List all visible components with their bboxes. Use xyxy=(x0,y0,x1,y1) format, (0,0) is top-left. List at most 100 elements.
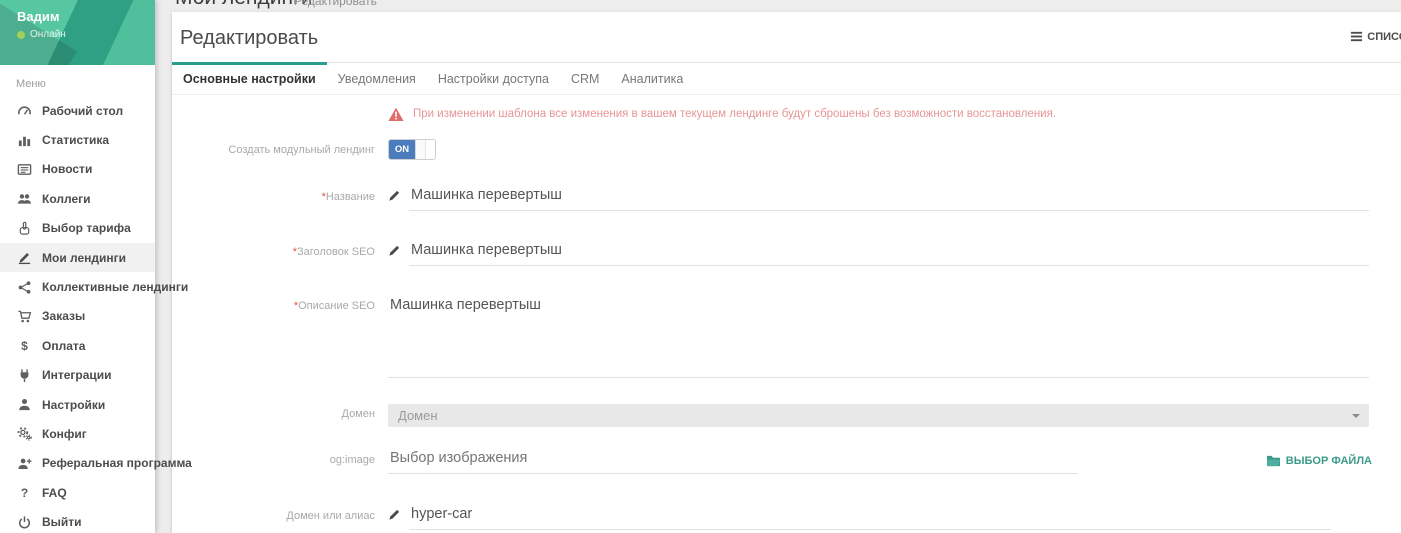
field-name: *Название xyxy=(172,187,1401,211)
seo-title-input[interactable] xyxy=(409,242,1369,266)
list-button-label: СПИСОК xyxy=(1367,31,1401,43)
sidebar-item-logout[interactable]: Выйти xyxy=(0,507,155,533)
sidebar-item-label: Мои лендинги xyxy=(42,251,126,265)
power-icon xyxy=(16,515,33,530)
warning-text: При изменении шаблона все изменения в ва… xyxy=(413,108,1056,120)
field-label: Домен xyxy=(172,404,375,420)
sidebar-item-label: Выйти xyxy=(42,515,82,529)
chevron-down-icon xyxy=(1352,414,1360,418)
list-icon xyxy=(1350,30,1363,43)
sidebar-item-label: FAQ xyxy=(42,486,67,500)
tab-content: При изменении шаблона все изменения в ва… xyxy=(172,102,1401,530)
sidebar-item-config[interactable]: Конфиг xyxy=(0,419,155,448)
my-landings-icon xyxy=(16,250,33,265)
tab-crm[interactable]: CRM xyxy=(560,63,610,94)
sidebar-item-label: Коллеги xyxy=(42,192,91,206)
tab-bar: Основные настройки Уведомления Настройки… xyxy=(172,62,1401,95)
toggle-knob xyxy=(415,140,426,159)
card-header: Редактировать СПИСОК xyxy=(172,12,1401,62)
plug-icon xyxy=(16,368,33,383)
field-seo-title: *Заголовок SEO xyxy=(172,242,1401,266)
tab-main-settings[interactable]: Основные настройки xyxy=(172,62,327,94)
sidebar-item-collective-landings[interactable]: Коллективные лендинги xyxy=(0,272,155,301)
toggle-on-label: ON xyxy=(389,140,415,159)
field-label: Домен или алиас xyxy=(172,506,375,522)
page-header-clipped: Мои лендинги Редактировать xyxy=(155,0,1401,12)
seo-description-textarea[interactable]: Машинка перевертыш xyxy=(388,296,1369,378)
list-button[interactable]: СПИСОК xyxy=(1350,30,1401,43)
warning-banner: При изменении шаблона все изменения в ва… xyxy=(388,102,1369,126)
sidebar-item-label: Рабочий стол xyxy=(42,104,123,118)
sidebar-item-orders[interactable]: Заказы xyxy=(0,302,155,331)
dollar-icon: $ xyxy=(16,339,33,353)
modular-landing-toggle[interactable]: ON xyxy=(388,139,436,160)
sidebar-item-dashboard[interactable]: Рабочий стол xyxy=(0,96,155,125)
field-label: *Описание SEO xyxy=(172,296,375,312)
user-name: Вадим xyxy=(17,9,59,24)
breadcrumb: Редактировать xyxy=(294,0,377,8)
sidebar-item-label: Заказы xyxy=(42,309,85,323)
name-input[interactable] xyxy=(409,187,1369,211)
domain-select[interactable]: Домен xyxy=(388,404,1369,427)
sidebar-item-label: Новости xyxy=(42,162,92,176)
sidebar-item-label: Коллективные лендинги xyxy=(42,280,188,294)
user-icon xyxy=(16,397,33,412)
cart-icon xyxy=(16,309,33,324)
alias-input[interactable] xyxy=(409,506,1331,530)
edit-card: Редактировать СПИСОК Основные настройки … xyxy=(172,12,1401,533)
sidebar-item-label: Оплата xyxy=(42,339,85,353)
sidebar-item-label: Статистика xyxy=(42,133,109,147)
profile-header: Вадим Онлайн xyxy=(0,0,155,65)
sidebar-item-label: Реферальная программа xyxy=(42,456,192,470)
sidebar-item-label: Настройки xyxy=(42,398,105,412)
field-label: og:image xyxy=(172,450,375,466)
field-label: Создать модульный лендинг xyxy=(172,139,375,156)
sidebar-item-statistics[interactable]: Статистика xyxy=(0,125,155,154)
pencil-icon xyxy=(388,508,401,521)
sidebar-item-settings[interactable]: Настройки xyxy=(0,390,155,419)
page-title: Мои лендинги xyxy=(175,0,312,10)
sidebar-item-news[interactable]: Новости xyxy=(0,155,155,184)
cogs-icon xyxy=(16,426,33,441)
tariff-icon xyxy=(16,221,33,236)
sidebar-item-integrations[interactable]: Интеграции xyxy=(0,361,155,390)
sidebar-item-colleagues[interactable]: Коллеги xyxy=(0,184,155,213)
colleagues-icon xyxy=(16,191,33,206)
pencil-icon xyxy=(388,244,401,257)
og-image-input[interactable] xyxy=(388,450,1078,474)
choose-file-button[interactable]: ВЫБОР ФАЙЛА xyxy=(1266,450,1372,467)
question-icon: ? xyxy=(16,486,33,500)
pencil-icon xyxy=(388,189,401,202)
warning-icon xyxy=(388,107,404,122)
field-modular-landing: Создать модульный лендинг ON xyxy=(172,139,1401,160)
card-title: Редактировать xyxy=(180,27,318,50)
sidebar-item-my-landings[interactable]: Мои лендинги xyxy=(0,243,155,272)
field-label: *Заголовок SEO xyxy=(172,242,375,258)
field-domain: Домен Домен xyxy=(172,404,1401,427)
main-area: Мои лендинги Редактировать Редактировать… xyxy=(155,0,1401,533)
sidebar-item-referral[interactable]: Реферальная программа xyxy=(0,449,155,478)
share-icon xyxy=(16,280,33,295)
menu-section-label: Меню xyxy=(0,65,155,96)
sidebar-item-label: Конфиг xyxy=(42,427,87,441)
field-label: *Название xyxy=(172,187,375,203)
tab-access-settings[interactable]: Настройки доступа xyxy=(427,63,560,94)
news-icon xyxy=(16,162,33,177)
domain-select-placeholder: Домен xyxy=(398,408,438,423)
user-status: Онлайн xyxy=(17,29,66,40)
sidebar-item-faq[interactable]: ? FAQ xyxy=(0,478,155,507)
sidebar-item-label: Выбор тарифа xyxy=(42,221,131,235)
sidebar-item-label: Интеграции xyxy=(42,368,112,382)
sidebar: Вадим Онлайн Меню Рабочий стол Статистик… xyxy=(0,0,155,533)
field-og-image: og:image ВЫБОР ФАЙЛА xyxy=(172,450,1401,474)
sidebar-item-payment[interactable]: $ Оплата xyxy=(0,331,155,360)
tab-analytics[interactable]: Аналитика xyxy=(610,63,694,94)
tab-notifications[interactable]: Уведомления xyxy=(327,63,427,94)
stats-icon xyxy=(16,133,33,148)
field-alias: Домен или алиас xyxy=(172,506,1401,530)
field-seo-description: *Описание SEO Машинка перевертыш xyxy=(172,296,1401,378)
sidebar-item-tariff[interactable]: Выбор тарифа xyxy=(0,214,155,243)
status-label: Онлайн xyxy=(30,29,66,40)
folder-icon xyxy=(1266,454,1281,467)
user-plus-icon xyxy=(16,456,33,471)
